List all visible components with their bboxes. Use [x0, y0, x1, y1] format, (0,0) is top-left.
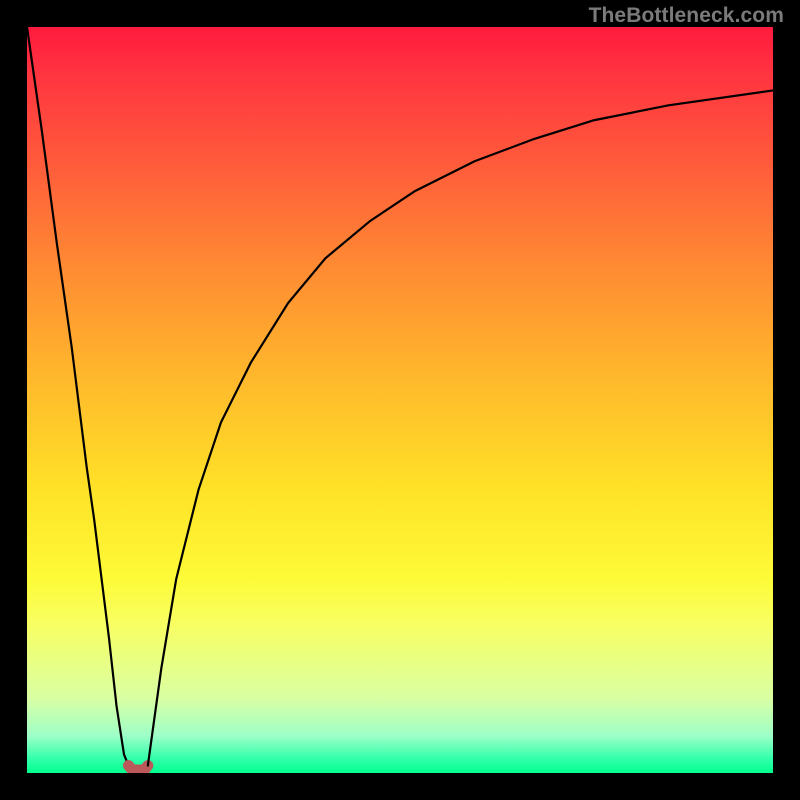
plot-background — [27, 27, 773, 773]
chart-frame: TheBottleneck.com — [0, 0, 800, 800]
watermark-text: TheBottleneck.com — [589, 4, 784, 28]
